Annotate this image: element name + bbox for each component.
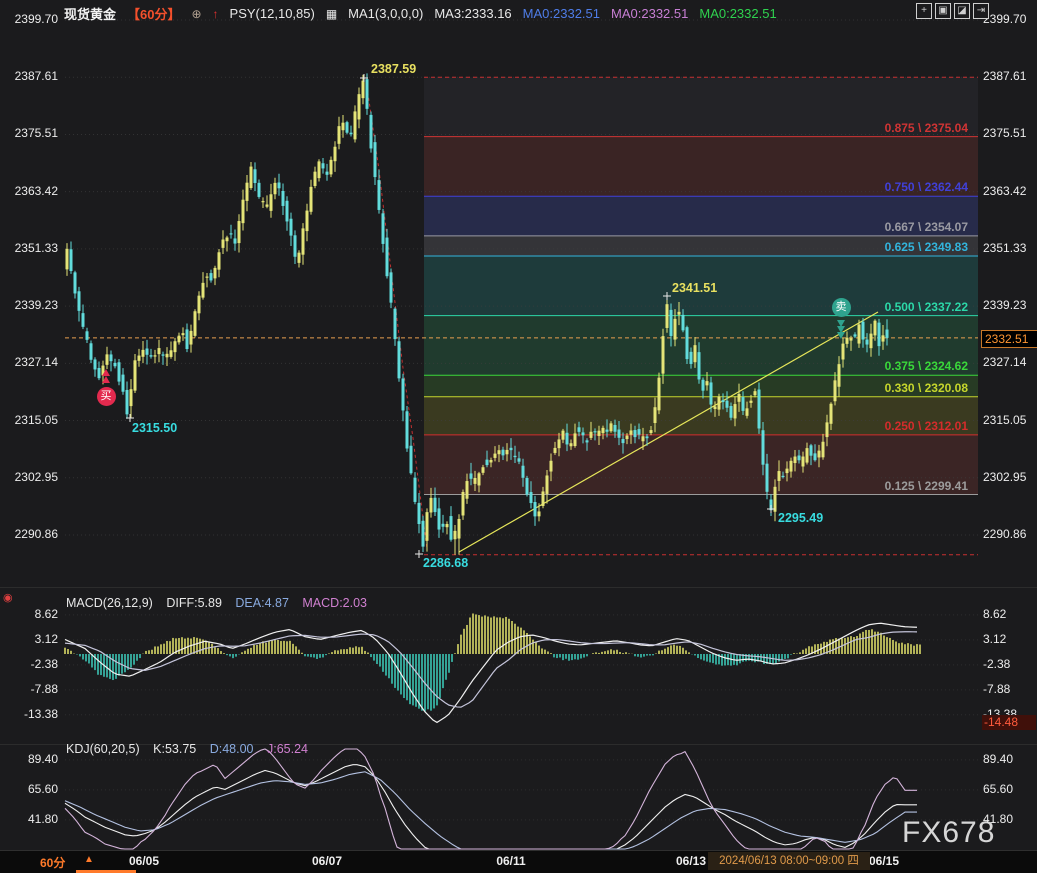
candlestick-icon[interactable]: ▦: [326, 7, 337, 21]
ma0-slow-value: MA0:2332.51: [699, 6, 776, 21]
hovered-candle-time: 2024/06/13 08:00~09:00 四: [708, 852, 870, 870]
kdj-d-value: D:48.00: [210, 742, 254, 756]
link-icon[interactable]: ⊕: [191, 7, 201, 21]
fx678-watermark: FX678: [902, 816, 995, 850]
timeframe-selector[interactable]: 60分: [40, 854, 65, 871]
instrument-title: 现货黄金: [64, 4, 116, 23]
kdj-name: KDJ(60,20,5): [66, 742, 140, 756]
timeframe-dropdown-icon[interactable]: ▲: [84, 854, 94, 865]
fit-vertical-icon[interactable]: ▣: [935, 3, 951, 19]
kdj-header: KDJ(60,20,5) K:53.75 D:48.00 J:65.24: [66, 742, 308, 756]
kdj-k-value: K:53.75: [153, 742, 196, 756]
current-price-tag: 2332.51: [981, 330, 1037, 348]
macd-min-value-tag: -14.48: [982, 715, 1036, 730]
macd-name: MACD(26,12,9): [66, 596, 153, 610]
chart-header: 现货黄金 【60分】 ⊕ ↑ PSY(12,10,85) ▦ MA1(3,0,0…: [64, 4, 777, 23]
macd-macd-value: MACD:2.03: [302, 596, 367, 610]
pan-tool-icon[interactable]: +: [916, 3, 932, 19]
macd-dea-value: DEA:4.87: [235, 596, 289, 610]
kdj-j-value: J:65.24: [267, 742, 308, 756]
macd-header: MACD(26,12,9) DIFF:5.89 DEA:4.87 MACD:2.…: [66, 596, 367, 610]
ma1-label: MA1(3,0,0,0): [348, 6, 423, 21]
go-to-latest-icon[interactable]: ⇥: [973, 3, 989, 19]
ma0-fast-value: MA0:2332.51: [523, 6, 600, 21]
ma0-mid-value: MA0:2332.51: [611, 6, 688, 21]
time-axis-bar: [0, 850, 1037, 873]
psy-indicator-label: PSY(12,10,85): [230, 6, 315, 21]
trading-chart-app: 买卖2399.702399.702387.612387.612375.51237…: [0, 0, 1037, 873]
fit-horizontal-icon[interactable]: ◪: [954, 3, 970, 19]
chart-toolbar: +▣◪⇥: [916, 3, 989, 19]
timeframe-label[interactable]: 【60分】: [127, 4, 180, 23]
up-arrow-icon: ↑: [213, 7, 219, 21]
ma3-value: MA3:2333.16: [434, 6, 511, 21]
macd-diff-value: DIFF:5.89: [166, 596, 222, 610]
record-dot-icon: ◉: [3, 591, 13, 604]
